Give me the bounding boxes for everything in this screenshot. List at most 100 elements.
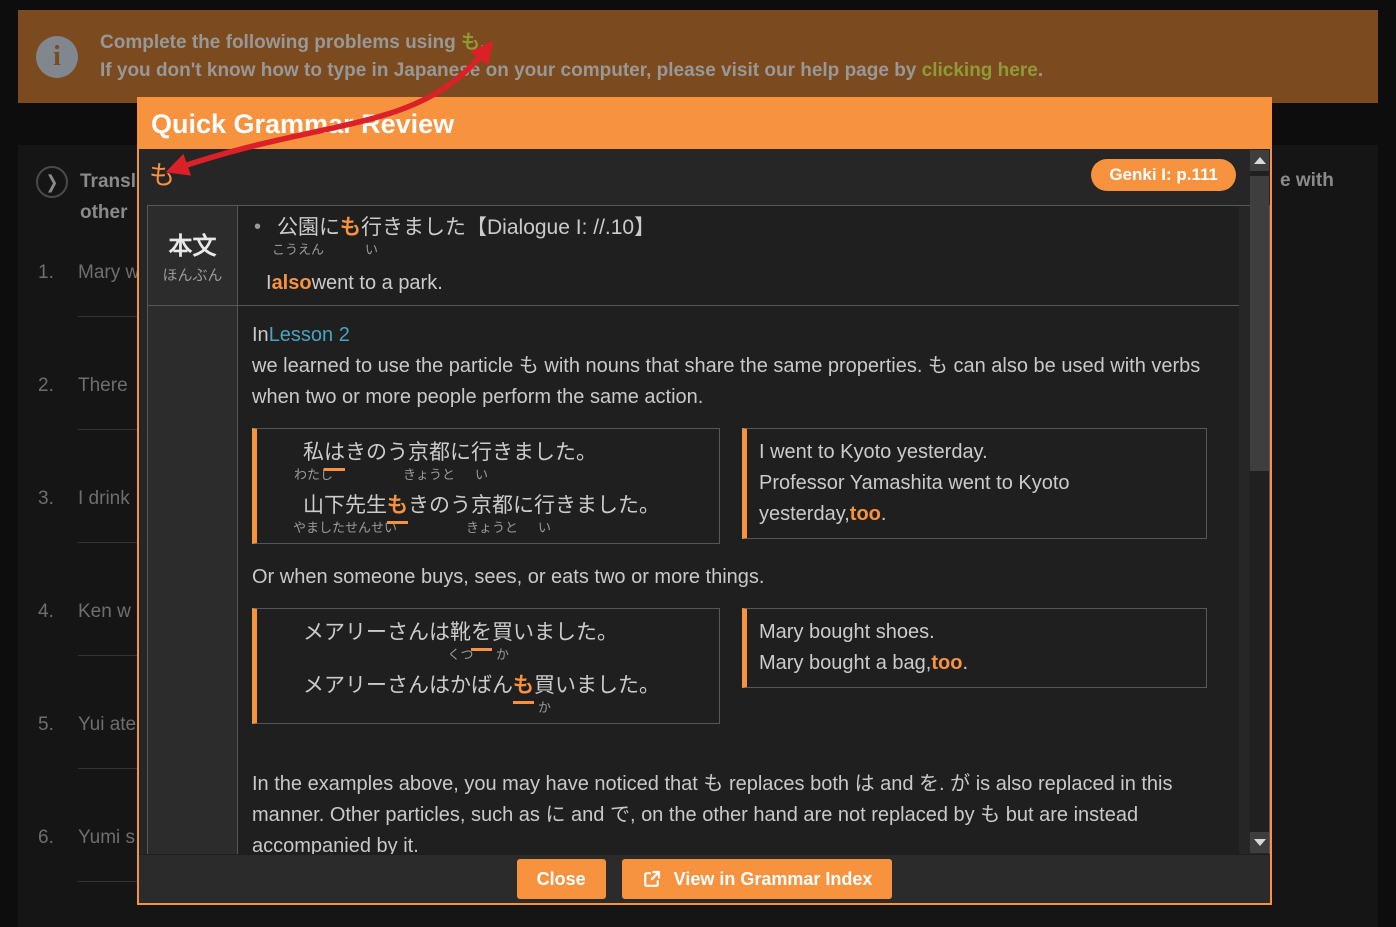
text-segment: きのう bbox=[408, 492, 471, 520]
text-segment: 買か bbox=[492, 619, 513, 647]
text-segment: In bbox=[252, 320, 269, 351]
modal-title: Quick Grammar Review bbox=[151, 109, 454, 140]
genki-page-badge: Genki I: p.111 bbox=[1091, 159, 1236, 191]
problem-text-fragment: I drink bbox=[78, 488, 130, 509]
external-link-icon bbox=[642, 869, 662, 889]
problem-text-fragment: Yumi s bbox=[78, 827, 135, 848]
modal-header: Quick Grammar Review bbox=[139, 99, 1270, 149]
text-segment: 靴くつ bbox=[450, 619, 471, 647]
paragraph-3: In the examples above, you may have noti… bbox=[252, 769, 1225, 854]
text-segment: 京都きょうと bbox=[408, 439, 450, 467]
text-segment: きました bbox=[382, 214, 466, 242]
text-segment: Mary bought shoes. bbox=[759, 617, 935, 648]
scrollbar-thumb[interactable] bbox=[1250, 176, 1269, 471]
example-box-jp-2: メアリーさんは 靴くつ を買かいました。メアリーさんはかばんも買かいました。 bbox=[252, 608, 720, 724]
english-sentence: I went to Kyoto yesterday. bbox=[759, 437, 1194, 468]
furigana: きょうと bbox=[466, 521, 518, 534]
text-segment: に bbox=[450, 439, 471, 467]
modal-body: も Genki I: p.111 本文 ほんぶん • 公園こうえん にも行いきま… bbox=[139, 149, 1270, 854]
text-segment: 買か bbox=[534, 672, 555, 700]
text-segment: きました。 bbox=[492, 439, 597, 467]
example-sentence-jp: • 公園こうえん にも行いきました 【Dialogue I: //.10】 bbox=[252, 214, 1239, 242]
text-segment: we learned to use the particle も with no… bbox=[252, 351, 1225, 413]
text-segment: 私わたし bbox=[303, 439, 324, 467]
furigana: こうえん bbox=[272, 243, 324, 256]
close-button[interactable]: Close bbox=[517, 859, 606, 899]
text-segment: . bbox=[881, 499, 887, 530]
text-segment: に bbox=[319, 214, 340, 242]
paragraph-2: Or when someone buys, sees, or eats two … bbox=[252, 562, 1225, 593]
text-segment: 行い bbox=[534, 492, 555, 520]
text-segment: に bbox=[513, 492, 534, 520]
text-segment: 【Dialogue I: //.10】 bbox=[466, 214, 655, 242]
problem-number: 6. bbox=[38, 827, 64, 849]
modal-footer: Close View in Grammar Index bbox=[139, 854, 1270, 903]
text-segment: 公園こうえん bbox=[277, 214, 319, 242]
highlighted-particle: も bbox=[387, 492, 408, 524]
problem-item-2: 2. There bbox=[38, 375, 128, 397]
text-segment: メアリーさんは bbox=[303, 619, 450, 647]
highlighted-particle: も bbox=[340, 214, 361, 242]
furigana: か bbox=[538, 701, 551, 714]
scroll-down-button[interactable] bbox=[1250, 832, 1269, 853]
example-sentence-en: I also went to a park. bbox=[266, 268, 1239, 299]
heading-fragment-right: e with bbox=[1280, 170, 1334, 192]
furigana: い bbox=[475, 468, 488, 481]
problem-item-3: 3. I drink bbox=[38, 488, 130, 510]
banner-particle: も bbox=[461, 32, 480, 53]
text-segment: 行い bbox=[361, 214, 382, 242]
exercise-heading: ❯ Transl other bbox=[36, 166, 136, 228]
problem-number: 5. bbox=[38, 714, 64, 736]
text-segment: きました。 bbox=[555, 492, 660, 520]
text-segment: yesterday, bbox=[759, 499, 850, 530]
text-segment: いました。 bbox=[513, 619, 618, 647]
english-sentence: Mary bought a bag, too. bbox=[759, 648, 1194, 679]
bullet-icon: • bbox=[254, 216, 261, 239]
view-in-grammar-index-button[interactable]: View in Grammar Index bbox=[622, 859, 893, 899]
honbun-label: 本文 bbox=[169, 226, 217, 261]
furigana: い bbox=[365, 243, 378, 256]
text-segment: メアリーさんはかばん bbox=[303, 672, 513, 700]
text-segment: いました。 bbox=[555, 672, 660, 700]
japanese-sentence: 私わたし はきのう 京都きょうと に行いきました。 bbox=[303, 439, 707, 471]
problem-number: 1. bbox=[38, 262, 64, 284]
text-segment: 行い bbox=[471, 439, 492, 467]
modal-scrollbar[interactable] bbox=[1250, 150, 1269, 853]
text-segment: きのう bbox=[345, 439, 408, 467]
text-segment: を bbox=[471, 619, 492, 651]
example-box-en-1: I went to Kyoto yesterday.Professor Yama… bbox=[742, 428, 1207, 539]
japanese-sentence: 山下先生やましたせんせい もきのう 京都きょうと に行いきました。 bbox=[303, 492, 707, 524]
scroll-up-button[interactable] bbox=[1250, 150, 1269, 171]
problem-text-fragment: Ken w bbox=[78, 601, 131, 622]
english-sentence: yesterday, too. bbox=[759, 499, 1194, 530]
info-banner: i Complete the following problems using … bbox=[18, 10, 1378, 103]
problem-text-fragment: There bbox=[78, 375, 128, 396]
explanation-cell: In Lesson 2 we learned to use the partic… bbox=[238, 306, 1239, 854]
intro-paragraph: In Lesson 2 we learned to use the partic… bbox=[252, 320, 1225, 413]
problem-number: 3. bbox=[38, 488, 64, 510]
problem-number: 4. bbox=[38, 601, 64, 623]
highlighted-particle: も bbox=[513, 672, 534, 704]
help-link[interactable]: clicking here bbox=[922, 60, 1038, 81]
example-box-jp-1: 私わたし はきのう 京都きょうと に行いきました。山下先生やましたせんせい もき… bbox=[252, 428, 720, 544]
screen: i Complete the following problems using … bbox=[0, 0, 1396, 927]
english-sentence: Professor Yamashita went to Kyoto bbox=[759, 468, 1194, 499]
text-segment: I went to Kyoto yesterday. bbox=[759, 437, 988, 468]
problem-item-1: 1. Mary w bbox=[38, 262, 139, 284]
problem-item-5: 5.Yui ate bbox=[38, 714, 136, 736]
honbun-label-cell: 本文 ほんぶん bbox=[148, 206, 238, 306]
honbun-reading: ほんぶん bbox=[162, 264, 222, 285]
example-pair-1: 私わたし はきのう 京都きょうと に行いきました。山下先生やましたせんせい もき… bbox=[252, 428, 1225, 544]
text-segment: 山下先生やましたせんせい bbox=[303, 492, 387, 520]
chevron-right-icon: ❯ bbox=[36, 166, 68, 198]
japanese-sentence: メアリーさんは 靴くつ を買かいました。 bbox=[303, 619, 707, 651]
banner-line-1: Complete the following problems using も. bbox=[100, 29, 1043, 57]
heading-fragment-2: other bbox=[80, 197, 136, 228]
english-sentence: Mary bought shoes. bbox=[759, 617, 1194, 648]
grammar-table: 本文 ほんぶん • 公園こうえん にも行いきました 【Dialogue I: /… bbox=[147, 205, 1270, 854]
empty-label-cell bbox=[148, 306, 238, 854]
lesson-2-link[interactable]: Lesson 2 bbox=[269, 320, 350, 351]
problem-item-4: 4. Ken w bbox=[38, 601, 131, 623]
problem-text-fragment: Mary w bbox=[78, 262, 139, 283]
problem-number: 2. bbox=[38, 375, 64, 397]
